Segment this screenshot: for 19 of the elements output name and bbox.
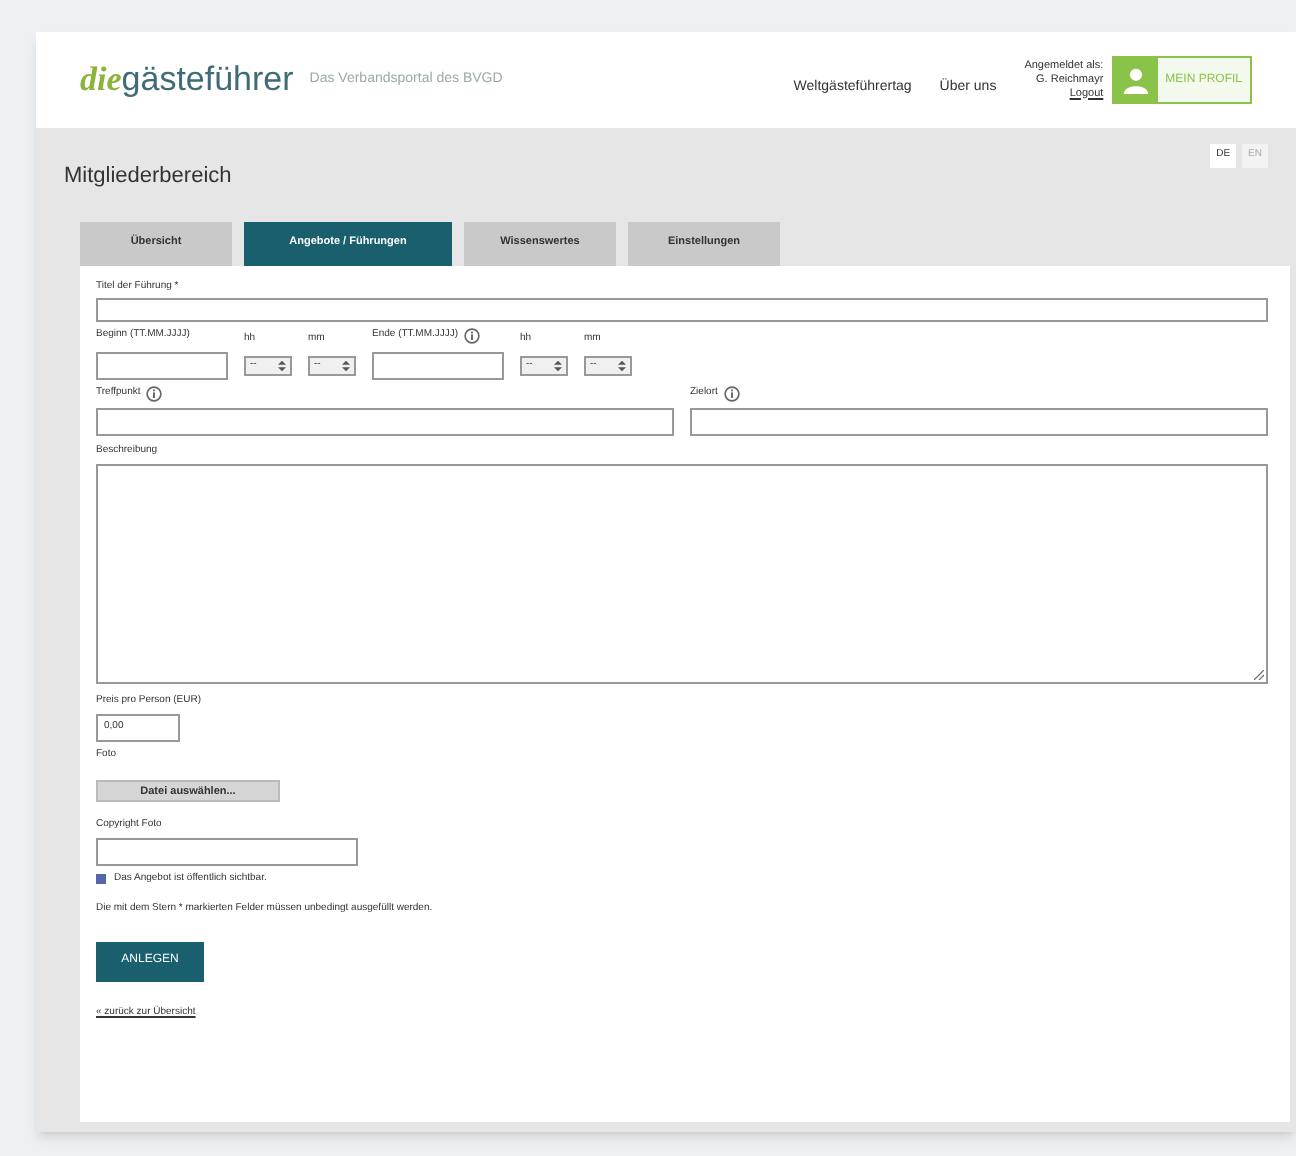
date-field[interactable] bbox=[96, 351, 228, 379]
page-title: Mitgliederbereich bbox=[64, 162, 232, 192]
caret-icon bbox=[554, 359, 562, 371]
logo-prefix: die bbox=[80, 58, 122, 103]
input-field[interactable] bbox=[96, 407, 674, 435]
caret-icon bbox=[342, 359, 350, 371]
caret-icon bbox=[618, 359, 626, 371]
checkbox[interactable] bbox=[96, 873, 106, 884]
title-field[interactable] bbox=[96, 297, 1268, 321]
user-icon bbox=[1121, 66, 1150, 94]
info-icon bbox=[723, 385, 740, 401]
copyright-field[interactable] bbox=[96, 837, 358, 865]
info-icon bbox=[464, 327, 481, 343]
date-field[interactable] bbox=[372, 351, 504, 379]
caret-icon bbox=[278, 359, 286, 371]
input-field[interactable] bbox=[690, 407, 1268, 435]
logo-text: gästeführer bbox=[121, 58, 294, 103]
resize-handle-icon[interactable] bbox=[1254, 669, 1264, 679]
info-icon bbox=[146, 385, 163, 401]
